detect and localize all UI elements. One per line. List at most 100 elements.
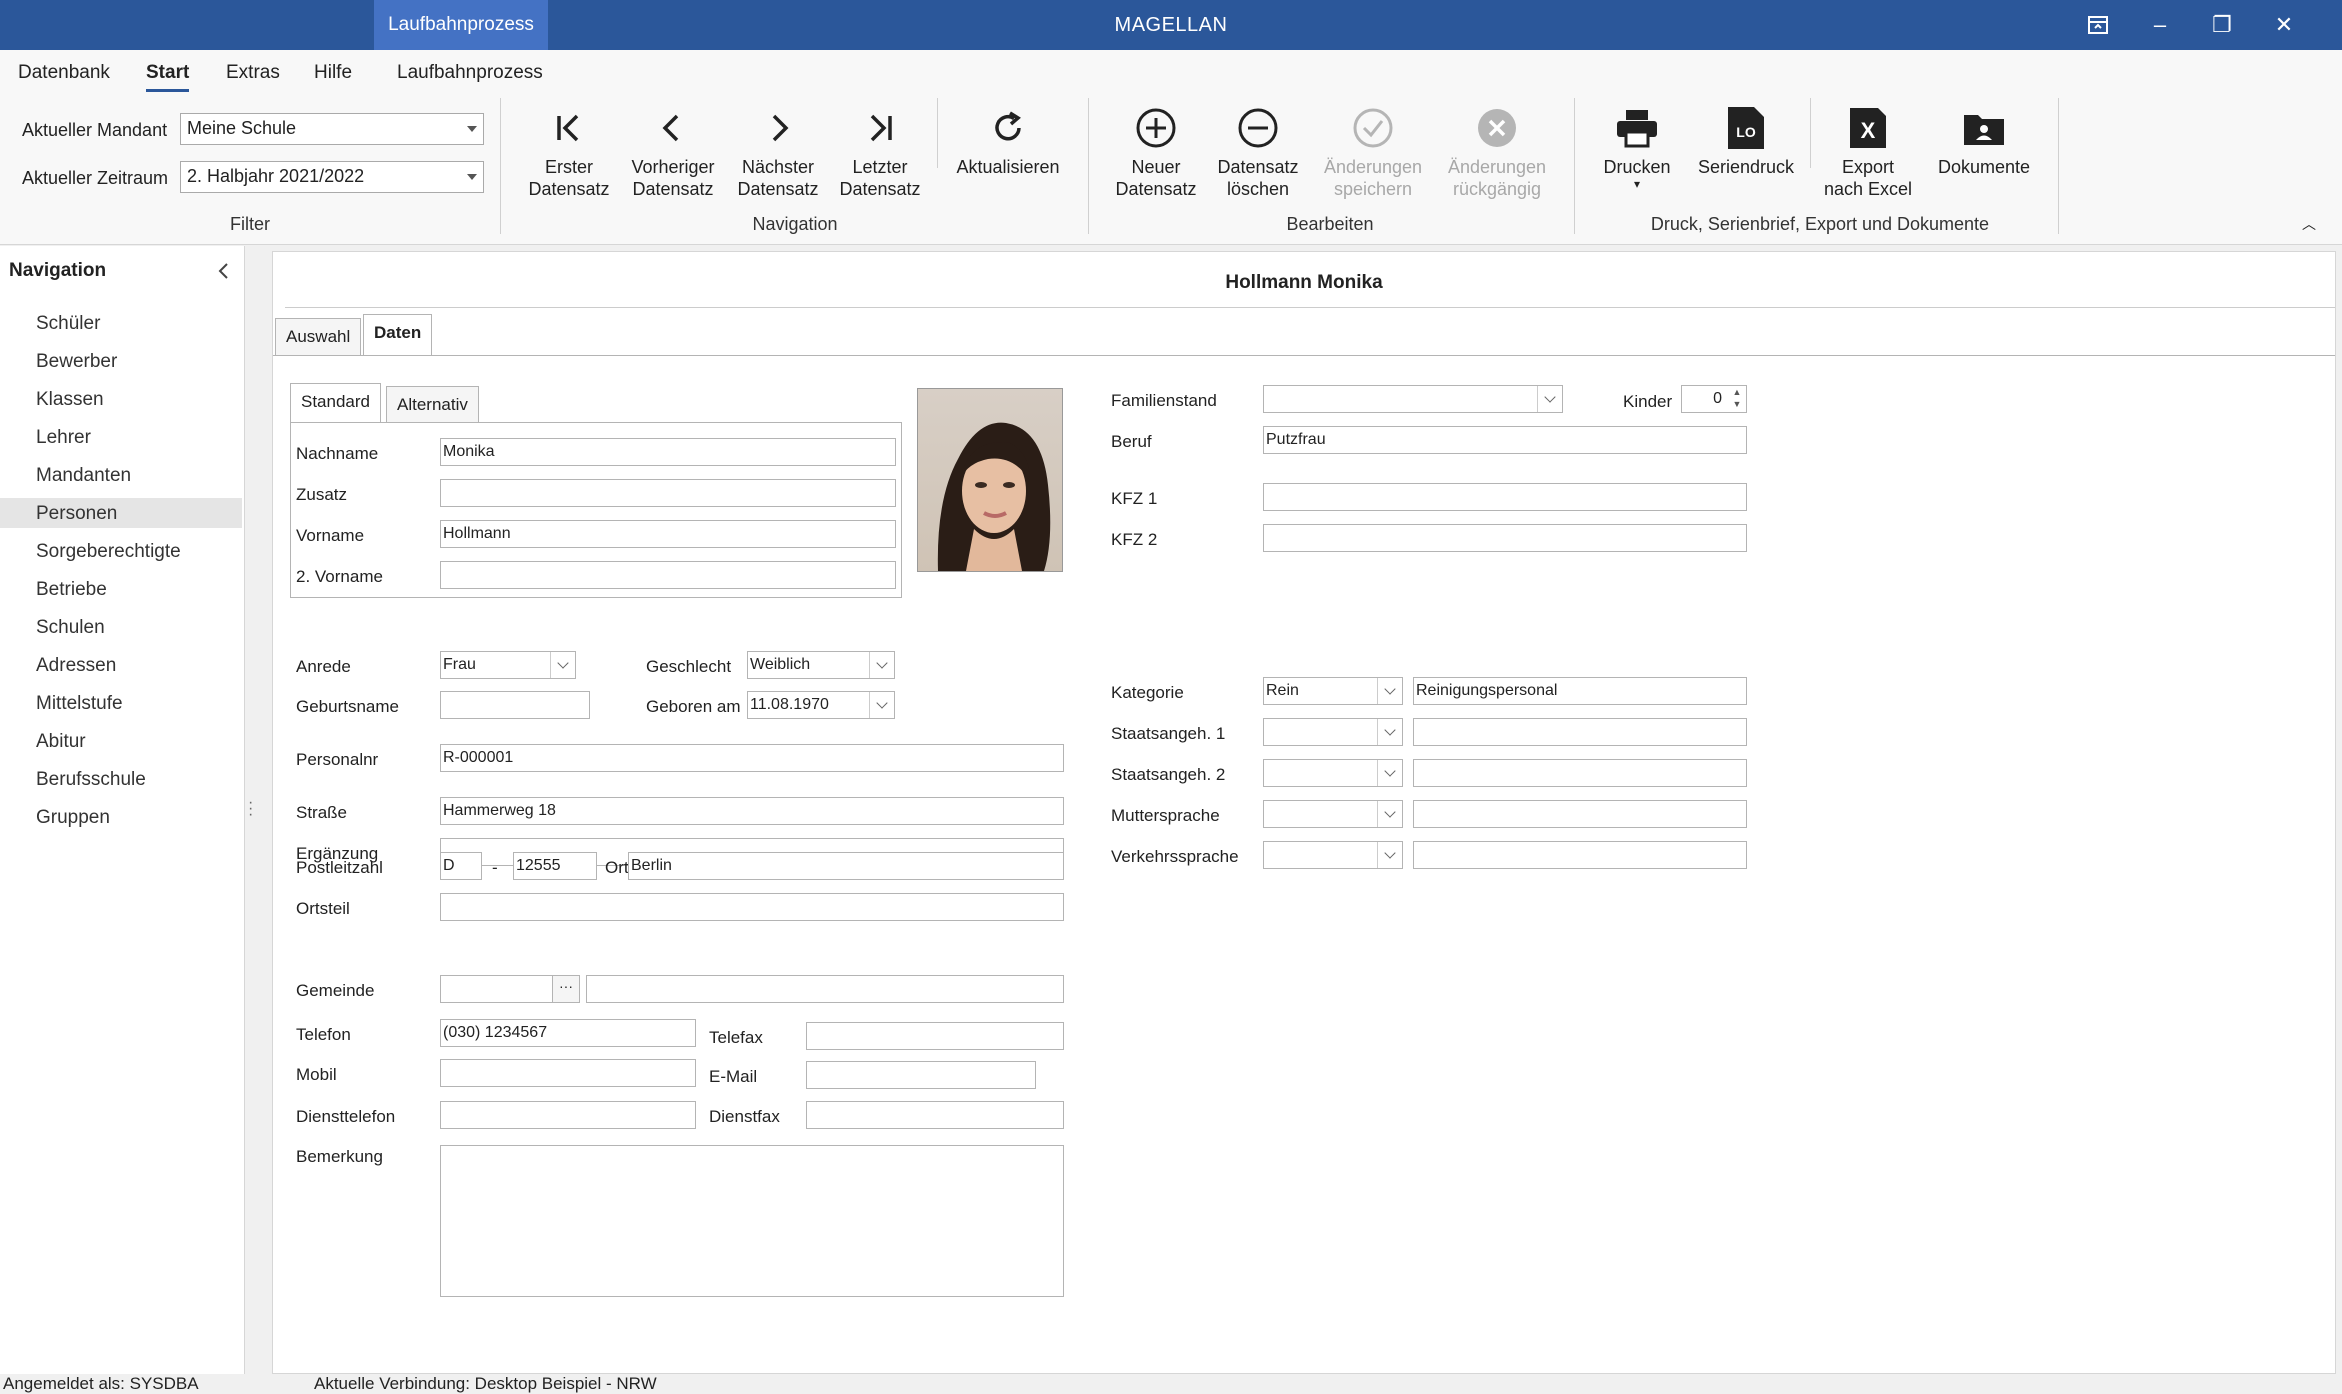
- nav-item-mandanten[interactable]: Mandanten: [0, 460, 242, 490]
- personalnr-input[interactable]: R-000001: [440, 744, 1064, 772]
- nav-item-personen[interactable]: Personen: [0, 498, 242, 528]
- nav-item-lehrer[interactable]: Lehrer: [0, 422, 242, 452]
- kfz1-input[interactable]: [1263, 483, 1747, 511]
- plz-input[interactable]: 12555: [513, 852, 597, 880]
- collapse-navigation-button[interactable]: [216, 262, 230, 286]
- tab-hilfe[interactable]: Hilfe: [314, 62, 352, 84]
- print-button[interactable]: Drucken ▾: [1592, 104, 1682, 190]
- staat2-select[interactable]: [1263, 759, 1403, 787]
- geschlecht-select[interactable]: Weiblich: [747, 651, 895, 679]
- undo-changes-button[interactable]: Änderungen rückgängig: [1442, 104, 1552, 200]
- muttersprache-text[interactable]: [1413, 800, 1747, 828]
- email-input[interactable]: [806, 1061, 1036, 1089]
- new-record-button[interactable]: Neuer Datensatz: [1108, 104, 1204, 200]
- tab-daten[interactable]: Daten: [363, 314, 433, 356]
- kfz2-input[interactable]: [1263, 524, 1747, 552]
- strasse-input[interactable]: Hammerweg 18: [440, 797, 1064, 825]
- verkehrssprache-select[interactable]: [1263, 841, 1403, 869]
- nav-item-label: Adressen: [36, 655, 117, 676]
- diensttelefon-label: Diensttelefon: [296, 1107, 396, 1126]
- vorname-input[interactable]: Hollmann: [440, 520, 896, 548]
- anrede-select[interactable]: Frau: [440, 651, 576, 679]
- gemeinde-name-input[interactable]: [586, 975, 1064, 1003]
- ortsteil-input[interactable]: [440, 893, 1064, 921]
- splitter-handle[interactable]: · · ·: [248, 795, 253, 823]
- svg-text:LO: LO: [1736, 124, 1756, 140]
- telefon-input[interactable]: (030) 1234567: [440, 1019, 696, 1047]
- vorname2-input[interactable]: [440, 561, 896, 589]
- tab-start[interactable]: Start: [146, 62, 190, 92]
- chevron-down-icon: [1377, 842, 1402, 868]
- first-record-button[interactable]: Erster Datensatz: [525, 104, 613, 200]
- chevron-left-icon: [649, 104, 697, 152]
- anrede-label: Anrede: [296, 657, 351, 676]
- nav-item-sorgeberechtigte[interactable]: Sorgeberechtigte: [0, 536, 242, 566]
- export-excel-label-1: Export: [1841, 157, 1895, 177]
- mobil-input[interactable]: [440, 1059, 696, 1087]
- nav-item-bewerber[interactable]: Bewerber: [0, 346, 242, 376]
- refresh-icon: [984, 104, 1032, 152]
- nav-item-gruppen[interactable]: Gruppen: [0, 802, 242, 832]
- last-record-button[interactable]: Letzter Datensatz: [832, 104, 928, 200]
- prev-record-button[interactable]: Vorheriger Datensatz: [625, 104, 721, 200]
- mandant-select[interactable]: Meine Schule: [180, 113, 484, 145]
- chevron-down-icon: [467, 126, 477, 132]
- collapse-ribbon-icon[interactable]: ︿: [2302, 214, 2316, 234]
- kategorie-select[interactable]: Rein: [1263, 677, 1403, 705]
- next-record-button[interactable]: Nächster Datensatz: [730, 104, 826, 200]
- nav-item-berufsschule[interactable]: Berufsschule: [0, 764, 242, 794]
- subtab-alternativ[interactable]: Alternativ: [386, 386, 479, 423]
- stepper-arrows-icon[interactable]: ▲ ▼: [1729, 386, 1745, 412]
- familienstand-select[interactable]: [1263, 385, 1563, 413]
- tab-datenbank[interactable]: Datenbank: [18, 62, 110, 84]
- nav-item-schueler[interactable]: Schüler: [0, 308, 242, 338]
- refresh-button[interactable]: Aktualisieren: [950, 104, 1066, 178]
- chevron-down-icon: [1377, 678, 1402, 704]
- context-tab-laufbahnprozess[interactable]: Laufbahnprozess: [374, 0, 548, 50]
- country-code-input[interactable]: D: [440, 852, 482, 880]
- plz-label: Postleitzahl: [296, 858, 383, 877]
- verkehrssprache-text[interactable]: [1413, 841, 1747, 869]
- kategorie-text[interactable]: Reinigungspersonal: [1413, 677, 1747, 705]
- kfz2-label: KFZ 2: [1111, 530, 1158, 549]
- delete-record-button[interactable]: Datensatz löschen: [1208, 104, 1308, 200]
- staat2-text[interactable]: [1413, 759, 1747, 787]
- bemerkung-textarea[interactable]: [440, 1145, 1064, 1297]
- nachname-input[interactable]: Monika: [440, 438, 896, 466]
- close-button[interactable]: ✕: [2254, 0, 2314, 50]
- ribbon-tab-bar: Datenbank Start Extras Hilfe Laufbahnpro…: [0, 50, 2342, 94]
- ort-input[interactable]: Berlin: [628, 852, 1064, 880]
- zusatz-input[interactable]: [440, 479, 896, 507]
- save-changes-button[interactable]: Änderungen speichern: [1318, 104, 1428, 200]
- beruf-input[interactable]: Putzfrau: [1263, 426, 1747, 454]
- nav-item-abitur[interactable]: Abitur: [0, 726, 242, 756]
- muttersprache-select[interactable]: [1263, 800, 1403, 828]
- tab-extras[interactable]: Extras: [226, 62, 280, 84]
- geburtsname-input[interactable]: [440, 691, 590, 719]
- geboren-date-picker[interactable]: 11.08.1970: [747, 691, 895, 719]
- nav-item-label: Berufsschule: [36, 769, 146, 790]
- dienstfax-input[interactable]: [806, 1101, 1064, 1129]
- serial-print-button[interactable]: LO Seriendruck: [1692, 104, 1800, 178]
- export-excel-button[interactable]: X Export nach Excel: [1822, 104, 1914, 200]
- tab-laufbahnprozess[interactable]: Laufbahnprozess: [397, 62, 543, 84]
- maximize-button[interactable]: ❐: [2192, 0, 2252, 50]
- ribbon-display-button[interactable]: [2068, 0, 2128, 50]
- staat1-text[interactable]: [1413, 718, 1747, 746]
- diensttelefon-input[interactable]: [440, 1101, 696, 1129]
- nav-item-schulen[interactable]: Schulen: [0, 612, 242, 642]
- zeitraum-select[interactable]: 2. Halbjahr 2021/2022: [180, 161, 484, 193]
- nav-item-betriebe[interactable]: Betriebe: [0, 574, 242, 604]
- subtab-standard[interactable]: Standard: [290, 383, 381, 423]
- nav-item-klassen[interactable]: Klassen: [0, 384, 242, 414]
- person-photo[interactable]: [917, 388, 1063, 572]
- staat1-select[interactable]: [1263, 718, 1403, 746]
- tab-auswahl[interactable]: Auswahl: [275, 318, 362, 356]
- minimize-button[interactable]: –: [2130, 0, 2190, 50]
- documents-button[interactable]: Dokumente: [1926, 104, 2042, 178]
- nav-item-adressen[interactable]: Adressen: [0, 650, 242, 680]
- nav-item-mittelstufe[interactable]: Mittelstufe: [0, 688, 242, 718]
- gemeinde-browse-button[interactable]: ···: [552, 975, 580, 1003]
- last-record-label-1: Letzter: [852, 157, 908, 177]
- telefax-input[interactable]: [806, 1022, 1064, 1050]
